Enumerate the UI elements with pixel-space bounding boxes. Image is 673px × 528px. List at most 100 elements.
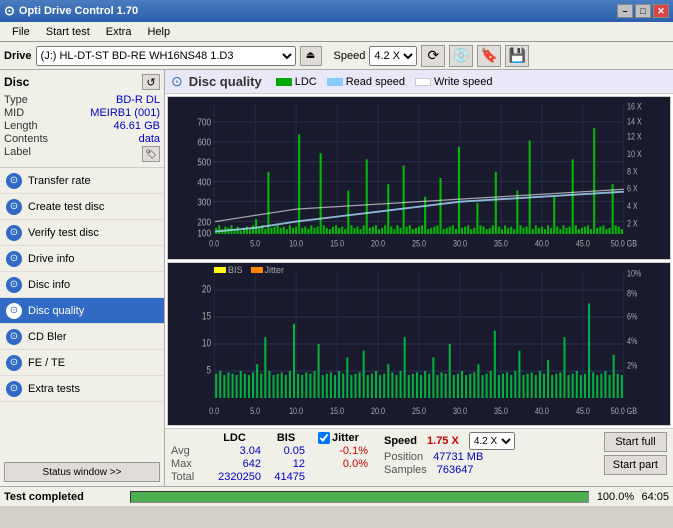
- progress-bar-fill: [131, 492, 588, 502]
- total-ldc: 2320250: [211, 471, 261, 483]
- speed-select-stats[interactable]: 4.2 X: [469, 432, 515, 450]
- drive-info-icon: ⊙: [6, 251, 22, 267]
- save-button[interactable]: 💾: [505, 45, 529, 67]
- legend-read-speed: Read speed: [327, 76, 405, 88]
- svg-text:2%: 2%: [627, 359, 638, 370]
- start-full-button[interactable]: Start full: [604, 432, 667, 452]
- svg-text:20: 20: [202, 284, 211, 296]
- jitter-legend-color: [251, 267, 263, 273]
- bis-legend: BIS: [214, 265, 243, 275]
- svg-text:10.0: 10.0: [289, 405, 303, 416]
- close-button[interactable]: ✕: [653, 4, 669, 18]
- menu-start-test[interactable]: Start test: [38, 24, 98, 40]
- stats-headers: LDC BIS: [207, 432, 306, 444]
- menu-help[interactable]: Help: [139, 24, 178, 40]
- main-area: Disc ↺ Type BD-R DL MID MEIRB1 (001) Len…: [0, 70, 673, 486]
- disc-info-label: Disc info: [28, 279, 70, 291]
- disc-length-value: 46.61 GB: [114, 120, 160, 132]
- svg-text:10%: 10%: [627, 267, 642, 278]
- disc-label-label: Label: [4, 146, 31, 162]
- svg-text:30.0: 30.0: [453, 405, 467, 416]
- content-area: ⊙ Disc quality LDC Read speed Write spee…: [165, 70, 673, 486]
- sidebar-item-create-test-disc[interactable]: ⊙Create test disc: [0, 194, 164, 220]
- svg-text:6%: 6%: [627, 311, 638, 322]
- jitter-data: Jitter -0.1% 0.0%: [318, 432, 368, 470]
- sidebar-item-disc-quality[interactable]: ⊙Disc quality: [0, 298, 164, 324]
- status-bar: Test completed 100.0% 64:05: [0, 486, 673, 506]
- total-label: Total: [171, 471, 207, 483]
- time-elapsed: 64:05: [641, 491, 669, 503]
- jitter-checkbox[interactable]: [318, 432, 330, 444]
- nav-items: ⊙Transfer rate⊙Create test disc⊙Verify t…: [0, 168, 164, 402]
- sidebar-item-verify-test-disc[interactable]: ⊙Verify test disc: [0, 220, 164, 246]
- legend-writespeed-color: [415, 78, 431, 86]
- extra-tests-label: Extra tests: [28, 383, 80, 395]
- svg-text:15.0: 15.0: [330, 405, 344, 416]
- bis-legend-label: BIS: [228, 265, 243, 275]
- svg-text:8 X: 8 X: [627, 167, 638, 177]
- menu-file[interactable]: File: [4, 24, 38, 40]
- disc-refresh-button[interactable]: ↺: [142, 74, 160, 90]
- eject-button[interactable]: ⏏: [300, 46, 322, 66]
- sidebar-item-transfer-rate[interactable]: ⊙ Transfer rate: [0, 168, 164, 194]
- speed-select[interactable]: 4.2 X: [369, 46, 417, 66]
- svg-text:20.0: 20.0: [371, 239, 385, 249]
- svg-text:40.0: 40.0: [535, 239, 549, 249]
- disc-header: Disc ↺: [4, 74, 160, 90]
- legend-write-speed: Write speed: [415, 76, 493, 88]
- speed-value: 1.75 X: [427, 435, 459, 447]
- max-bis: 12: [265, 458, 305, 470]
- ldc-chart-svg: 700 600 500 400 300 200 100 16 X 14 X 12…: [168, 97, 670, 259]
- disc-mid-row: MID MEIRB1 (001): [4, 107, 160, 119]
- stats-data: LDC BIS Avg 3.04 0.05 Max 642 12 Total 2…: [171, 432, 306, 483]
- svg-text:30.0: 30.0: [453, 239, 467, 249]
- sidebar-item-disc-info[interactable]: ⊙Disc info: [0, 272, 164, 298]
- sidebar-item-cd-bler[interactable]: ⊙CD Bler: [0, 324, 164, 350]
- start-part-button[interactable]: Start part: [604, 455, 667, 475]
- status-window-button[interactable]: Status window >>: [4, 462, 160, 482]
- svg-text:5.0: 5.0: [250, 239, 260, 249]
- sidebar-item-fe-te[interactable]: ⊙FE / TE: [0, 350, 164, 376]
- svg-text:15: 15: [202, 311, 211, 323]
- svg-text:15.0: 15.0: [330, 239, 344, 249]
- samples-row: Samples 763647: [384, 464, 515, 476]
- ldc-chart: 700 600 500 400 300 200 100 16 X 14 X 12…: [167, 96, 671, 260]
- legend-readspeed-label: Read speed: [346, 76, 405, 88]
- menu-extra[interactable]: Extra: [98, 24, 140, 40]
- speed-header-row: Speed 1.75 X 4.2 X: [384, 432, 515, 450]
- avg-jitter: -0.1%: [318, 445, 368, 457]
- jitter-header-row: Jitter: [318, 432, 368, 444]
- disc-mid-value: MEIRB1 (001): [90, 107, 160, 119]
- svg-text:4 X: 4 X: [627, 202, 638, 212]
- drive-select[interactable]: (J:) HL-DT-ST BD-RE WH16NS48 1.D3: [36, 46, 296, 66]
- minimize-button[interactable]: –: [617, 4, 633, 18]
- cd-bler-label: CD Bler: [28, 331, 67, 343]
- total-row: Total 2320250 41475: [171, 471, 306, 483]
- svg-text:500: 500: [197, 157, 211, 168]
- disc-contents-value: data: [139, 133, 160, 145]
- fe-te-label: FE / TE: [28, 357, 65, 369]
- disc-contents-row: Contents data: [4, 133, 160, 145]
- disc-icon-button[interactable]: 💿: [449, 45, 473, 67]
- samples-label: Samples: [384, 464, 427, 476]
- svg-text:35.0: 35.0: [494, 405, 508, 416]
- avg-bis: 0.05: [265, 445, 305, 457]
- svg-text:10.0: 10.0: [289, 239, 303, 249]
- svg-text:600: 600: [197, 137, 211, 148]
- bookmark-button[interactable]: 🔖: [477, 45, 501, 67]
- avg-jitter-row: -0.1%: [318, 445, 368, 457]
- maximize-button[interactable]: □: [635, 4, 651, 18]
- refresh-button[interactable]: ⟳: [421, 45, 445, 67]
- sidebar-item-extra-tests[interactable]: ⊙Extra tests: [0, 376, 164, 402]
- transfer-rate-icon: ⊙: [6, 173, 22, 189]
- disc-label-icon[interactable]: 🏷: [142, 146, 160, 162]
- max-ldc: 642: [211, 458, 261, 470]
- svg-text:0.0: 0.0: [209, 239, 219, 249]
- avg-ldc: 3.04: [211, 445, 261, 457]
- transfer-rate-label: Transfer rate: [28, 175, 91, 187]
- jitter-legend: Jitter: [251, 265, 285, 275]
- sidebar-item-drive-info[interactable]: ⊙Drive info: [0, 246, 164, 272]
- verify-test-disc-label: Verify test disc: [28, 227, 99, 239]
- svg-text:45.0: 45.0: [576, 239, 590, 249]
- svg-text:16 X: 16 X: [627, 102, 642, 112]
